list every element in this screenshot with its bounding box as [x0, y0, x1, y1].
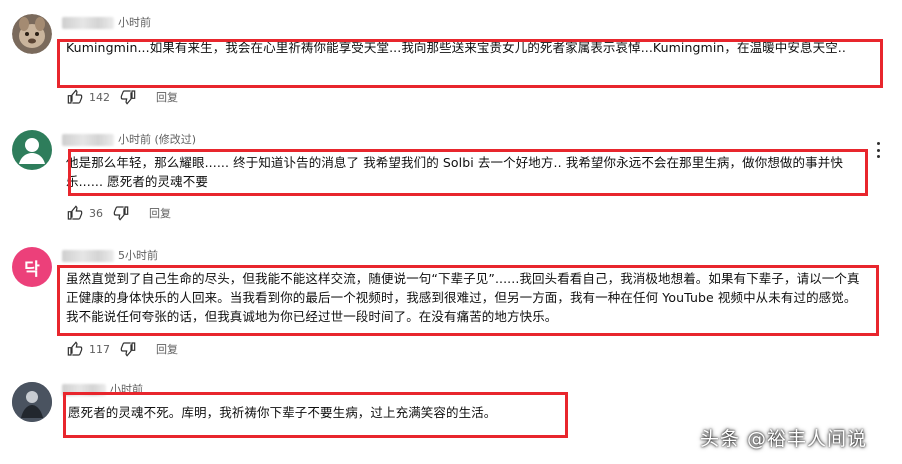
watermark: 头条 @裕丰人间说 — [700, 428, 868, 450]
dislike-button[interactable] — [120, 89, 136, 105]
author-name-blurred[interactable] — [62, 250, 114, 262]
like-button[interactable] — [67, 89, 83, 105]
author-name-blurred[interactable] — [62, 384, 106, 396]
thumb-down-icon — [120, 342, 136, 357]
edited-label: (修改过) — [154, 133, 197, 146]
comment-time: 小时前 — [110, 383, 143, 396]
comment-text: 愿死者的灵魂不死。库明，我祈祷你下辈子不要生病，过上充满笑容的生活。 — [68, 405, 497, 420]
comment-actions: 142 回复 — [67, 88, 178, 106]
comment-actions: 117 回复 — [67, 340, 178, 358]
like-count: 142 — [89, 90, 110, 104]
comment-text: Kumingmin...如果有来生，我会在心里祈祷你能享受天堂...我向那些送来… — [66, 40, 846, 55]
avatar[interactable]: 닥 — [12, 247, 52, 287]
comment-actions: 36 回复 — [67, 204, 171, 222]
author-name-blurred[interactable] — [62, 17, 114, 29]
thumb-up-icon — [67, 205, 83, 220]
thumb-down-icon — [120, 90, 136, 105]
comment-meta: 小时前 — [62, 381, 143, 396]
dislike-button[interactable] — [120, 341, 136, 357]
thumb-up-icon — [67, 89, 83, 104]
thumb-down-icon — [113, 206, 129, 221]
thumb-up-icon — [67, 341, 83, 356]
comment-text: 虽然直觉到了自己生命的尽头，但我能不能这样交流，随便说一句“下辈子见”.....… — [66, 271, 860, 324]
like-button[interactable] — [67, 341, 83, 357]
comment-text: 他是那么年轻，那么耀眼...... 终于知道讣告的消息了 我希望我们的 Solb… — [66, 155, 843, 189]
reply-button[interactable]: 回复 — [156, 89, 178, 105]
comment-meta: 5小时前 — [62, 247, 158, 262]
avatar[interactable] — [12, 382, 52, 422]
author-name-blurred[interactable] — [62, 134, 114, 146]
reply-button[interactable]: 回复 — [156, 341, 178, 357]
comment-time: 小时前 — [118, 16, 151, 29]
comment-meta: 小时前 — [62, 14, 151, 29]
avatar-letter: 닥 — [24, 259, 40, 280]
like-button[interactable] — [67, 205, 83, 221]
dislike-button[interactable] — [113, 205, 129, 221]
more-options-button[interactable] — [871, 141, 885, 159]
reply-button[interactable]: 回复 — [149, 205, 171, 221]
like-count: 36 — [89, 206, 103, 220]
comment-time: 小时前 — [118, 133, 151, 146]
comment-time: 5小时前 — [118, 249, 158, 262]
like-count: 117 — [89, 342, 110, 356]
comment-meta: 小时前 (修改过) — [62, 131, 197, 146]
avatar[interactable] — [12, 14, 52, 54]
avatar[interactable] — [12, 130, 52, 170]
